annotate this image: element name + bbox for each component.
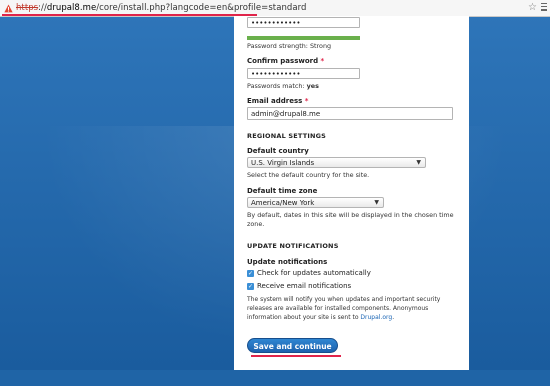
update-notifications-description: The system will notify you when updates … xyxy=(247,295,459,322)
email-label: Email address * xyxy=(247,97,308,105)
url-protocol: https xyxy=(16,3,39,13)
url-separator: :// xyxy=(38,3,47,13)
passwords-match-value: yes xyxy=(306,82,319,90)
email-notifications-checkbox[interactable]: ✓ xyxy=(247,282,254,290)
button-annotation-underline xyxy=(251,355,341,357)
default-timezone-description: By default, dates in this site will be d… xyxy=(247,211,454,228)
save-and-continue-button[interactable]: Save and continue xyxy=(247,338,338,353)
url-domain: drupal8.me xyxy=(46,3,97,13)
regional-settings-heading: REGIONAL SETTINGS xyxy=(247,132,327,140)
password-strength-fill xyxy=(247,36,360,40)
email-notifications-label: Receive email notifications xyxy=(257,282,352,290)
drupal-org-link[interactable]: Drupal.org xyxy=(360,314,392,321)
passwords-match-text: Passwords match: yes xyxy=(247,82,319,91)
update-desc-end: . xyxy=(392,314,395,321)
default-timezone-value: America/New York xyxy=(251,199,315,207)
url-annotation-underline xyxy=(2,14,257,16)
confirm-password-field[interactable]: •••••••••••• xyxy=(247,68,360,79)
url-text[interactable]: https://drupal8.me/core/install.php?lang… xyxy=(16,3,306,13)
update-desc-text: The system will notify you when updates … xyxy=(247,296,441,321)
default-country-value: U.S. Virgin Islands xyxy=(251,159,315,167)
insecure-warning-icon xyxy=(4,3,13,12)
passwords-match-prefix: Passwords match: xyxy=(247,82,305,90)
bookmark-star-icon[interactable]: ☆ xyxy=(528,2,537,13)
default-timezone-label: Default time zone xyxy=(247,187,318,195)
check-updates-option[interactable]: ✓ Check for updates automatically xyxy=(247,269,371,277)
password-strength-bar xyxy=(247,36,360,40)
update-notifications-label: Update notifications xyxy=(247,258,328,266)
default-country-label: Default country xyxy=(247,147,309,155)
email-label-text: Email address xyxy=(247,97,303,105)
required-marker: * xyxy=(304,97,309,105)
chevron-down-icon: ▼ xyxy=(374,199,379,206)
confirm-password-label: Confirm password * xyxy=(247,57,324,65)
check-updates-checkbox[interactable]: ✓ xyxy=(247,269,254,277)
url-path: /core/install.php?langcode=en&profile=st… xyxy=(96,3,307,13)
confirm-password-label-text: Confirm password xyxy=(247,57,319,65)
install-form-card: •••••••••••• Password strength: Strong C… xyxy=(234,16,469,370)
chevron-down-icon: ▼ xyxy=(416,159,421,166)
password-field[interactable]: •••••••••••• xyxy=(247,17,360,28)
browser-menu-icon[interactable] xyxy=(541,3,547,12)
required-marker: * xyxy=(320,57,325,65)
default-timezone-select[interactable]: America/New York ▼ xyxy=(247,197,384,208)
update-notifications-heading: UPDATE NOTIFICATIONS xyxy=(247,242,339,250)
default-country-description: Select the default country for the site. xyxy=(247,171,370,179)
password-strength-text: Password strength: Strong xyxy=(247,42,332,50)
email-field[interactable]: admin@drupal8.me xyxy=(247,107,453,120)
check-updates-label: Check for updates automatically xyxy=(257,269,371,277)
default-country-select[interactable]: U.S. Virgin Islands ▼ xyxy=(247,157,426,168)
email-notifications-option[interactable]: ✓ Receive email notifications xyxy=(247,282,351,290)
